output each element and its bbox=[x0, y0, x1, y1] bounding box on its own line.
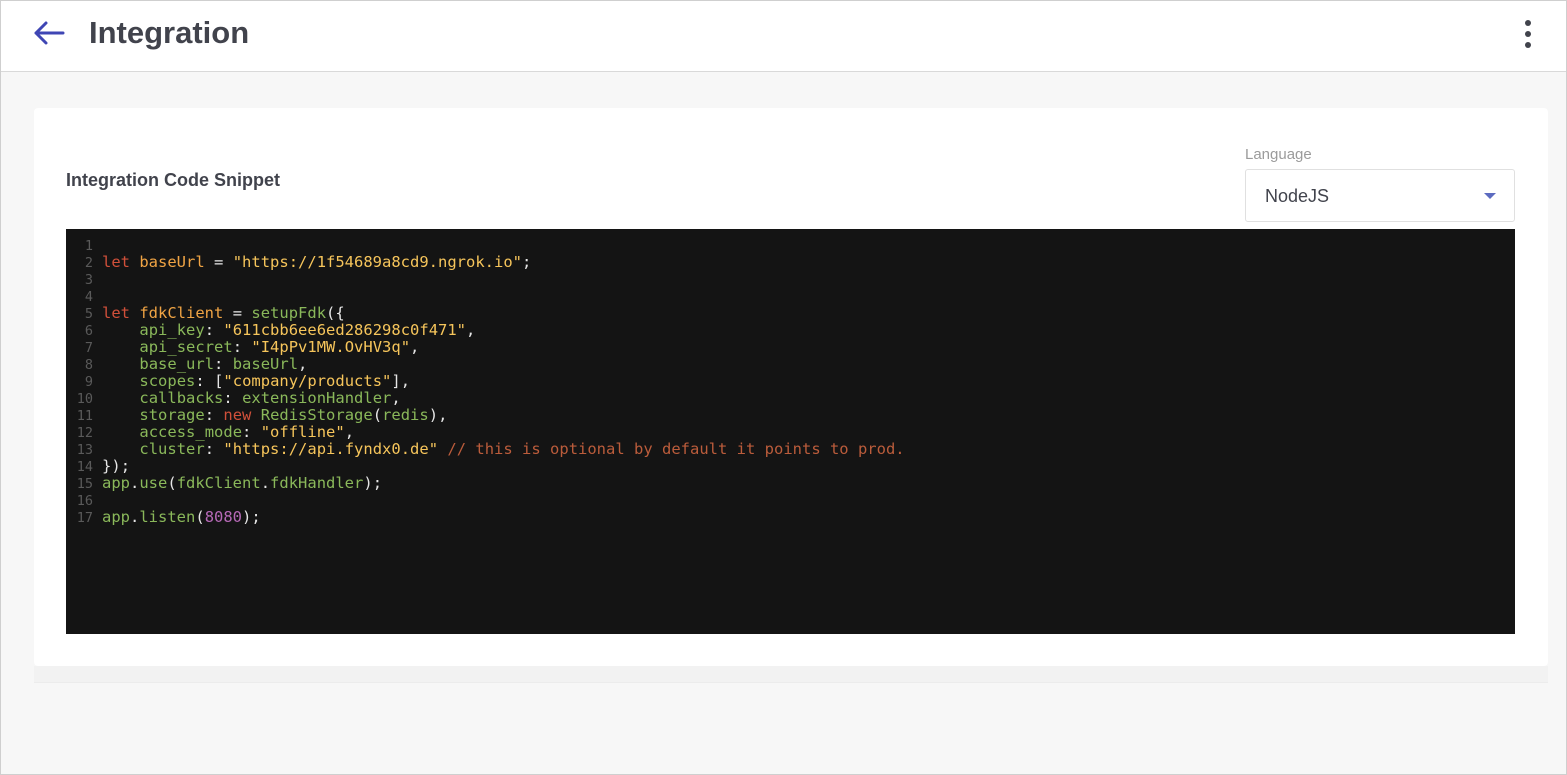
code-line: 6 api_key: "611cbb6ee6ed286298c0f471", bbox=[66, 321, 1515, 340]
line-number: 3 bbox=[84, 272, 93, 288]
language-label: Language bbox=[1245, 146, 1312, 163]
line-number: 1 bbox=[84, 238, 93, 254]
code-line: 4 bbox=[66, 288, 1515, 305]
line-number: 9 bbox=[84, 374, 93, 390]
app-window: Integration Integration Code Snippet Lan… bbox=[0, 0, 1567, 775]
language-selected-value: NodeJS bbox=[1265, 186, 1330, 206]
line-number: 8 bbox=[84, 357, 93, 373]
code-line: 9 scopes: ["company/products"], bbox=[66, 372, 1515, 391]
line-number: 15 bbox=[76, 476, 93, 492]
code-text: callbacks: extensionHandler, bbox=[139, 389, 401, 407]
code-line: 1 bbox=[66, 237, 1515, 254]
code-line: 7 api_secret: "I4pPv1MW.OvHV3q", bbox=[66, 338, 1515, 357]
code-line: 8 base_url: baseUrl, bbox=[66, 355, 1515, 374]
more-vertical-icon bbox=[1525, 20, 1531, 26]
code-line: 5 let fdkClient = setupFdk({ bbox=[66, 304, 1515, 323]
code-editor[interactable]: 1 2 let baseUrl = "https://1f54689a8cd9.n… bbox=[66, 229, 1515, 634]
top-bar: Integration bbox=[1, 1, 1566, 72]
code-text: let baseUrl = "https://1f54689a8cd9.ngro… bbox=[102, 253, 532, 271]
line-number: 6 bbox=[84, 323, 93, 339]
line-number: 17 bbox=[76, 510, 93, 526]
code-text: app.use(fdkClient.fdkHandler); bbox=[102, 474, 383, 492]
code-text: let fdkClient = setupFdk({ bbox=[102, 304, 345, 322]
code-text: scopes: ["company/products"], bbox=[139, 372, 411, 390]
line-number: 5 bbox=[84, 306, 93, 322]
back-button[interactable] bbox=[29, 17, 69, 49]
code-text: base_url: baseUrl, bbox=[139, 355, 308, 373]
code-line: 17 app.listen(8080); bbox=[66, 508, 1515, 527]
code-line: 2 let baseUrl = "https://1f54689a8cd9.ngr… bbox=[66, 253, 1515, 272]
code-line: 16 bbox=[66, 492, 1515, 509]
line-number: 14 bbox=[76, 459, 93, 475]
code-text: storage: new RedisStorage(redis), bbox=[139, 406, 448, 424]
code-line: 12 access_mode: "offline", bbox=[66, 423, 1515, 442]
code-lines: 1 2 let baseUrl = "https://1f54689a8cd9.n… bbox=[66, 229, 1515, 526]
code-line: 14}); bbox=[66, 457, 1515, 476]
line-number: 12 bbox=[76, 425, 93, 441]
code-text: cluster: "https://api.fyndx0.de" // this… bbox=[139, 440, 905, 458]
code-text: api_key: "611cbb6ee6ed286298c0f471", bbox=[139, 321, 476, 339]
code-line: 11 storage: new RedisStorage(redis), bbox=[66, 406, 1515, 425]
code-text: api_secret: "I4pPv1MW.OvHV3q", bbox=[139, 338, 420, 356]
code-line: 10 callbacks: extensionHandler, bbox=[66, 389, 1515, 408]
code-text: access_mode: "offline", bbox=[139, 423, 355, 441]
integration-card: Integration Code Snippet Language NodeJS… bbox=[34, 108, 1548, 666]
line-number: 13 bbox=[76, 442, 93, 458]
line-number: 4 bbox=[84, 289, 93, 305]
line-number: 2 bbox=[84, 255, 93, 271]
code-text: }); bbox=[102, 457, 131, 475]
line-number: 16 bbox=[76, 493, 93, 509]
caret-down-icon bbox=[1484, 193, 1496, 199]
line-number: 11 bbox=[76, 408, 93, 424]
page-title: Integration bbox=[89, 15, 250, 50]
more-options-button[interactable] bbox=[1516, 17, 1540, 51]
line-number: 7 bbox=[84, 340, 93, 356]
code-line: 13 cluster: "https://api.fyndx0.de" // t… bbox=[66, 440, 1515, 459]
section-title: Integration Code Snippet bbox=[66, 170, 280, 190]
card-footer-strip bbox=[34, 666, 1548, 683]
line-number: 10 bbox=[76, 391, 93, 407]
code-line: 3 bbox=[66, 271, 1515, 288]
code-text: app.listen(8080); bbox=[102, 508, 261, 526]
arrow-left-icon bbox=[34, 21, 65, 45]
language-select[interactable]: NodeJS bbox=[1245, 169, 1515, 222]
code-line: 15 app.use(fdkClient.fdkHandler); bbox=[66, 474, 1515, 493]
